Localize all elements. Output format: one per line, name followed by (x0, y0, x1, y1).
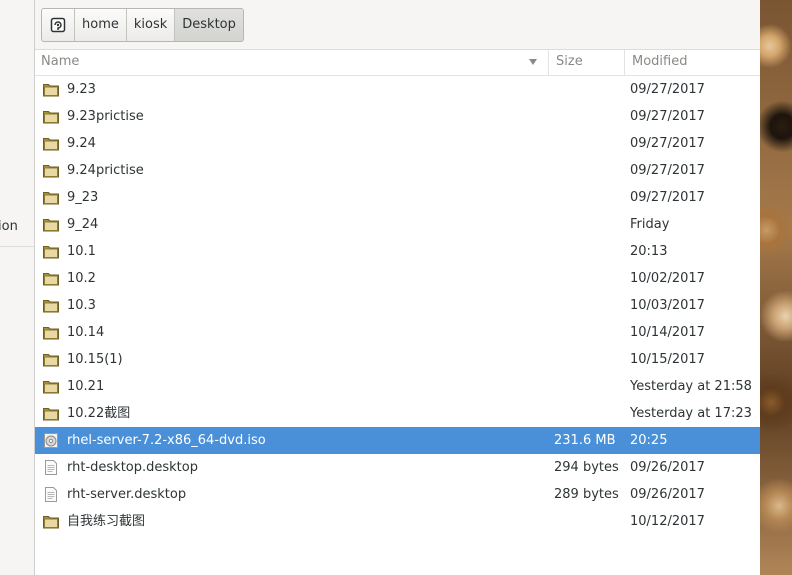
file-row[interactable]: rht-server.desktop 289 bytes 09/26/2017 (35, 481, 760, 508)
file-row[interactable]: 9.24prictise 09/27/2017 (35, 157, 760, 184)
file-name: 10.21 (67, 379, 105, 394)
file-size: 289 bytes (554, 487, 619, 502)
breadcrumb: home kiosk Desktop (41, 8, 244, 42)
file-name: 10.22截图 (67, 406, 131, 421)
file-size: 231.6 MB (554, 433, 616, 448)
folder-icon (43, 136, 59, 151)
folder-icon (43, 325, 59, 340)
folder-icon (43, 298, 59, 313)
file-name: 9.24 (67, 136, 96, 151)
file-row[interactable]: 10.21 Yesterday at 21:58 (35, 373, 760, 400)
file-row[interactable]: 10.1 20:13 (35, 238, 760, 265)
file-row[interactable]: 10.22截图 Yesterday at 17:23 (35, 400, 760, 427)
file-modified: 10/02/2017 (630, 271, 705, 286)
file-modified: 20:25 (630, 433, 668, 448)
file-modified: 20:13 (630, 244, 668, 259)
file-modified: 10/14/2017 (630, 325, 705, 340)
folder-icon (43, 379, 59, 394)
file-name: 9.23 (67, 82, 96, 97)
file-name: 10.1 (67, 244, 96, 259)
breadcrumb-desktop[interactable]: Desktop (175, 9, 243, 41)
file-modified: 09/26/2017 (630, 460, 705, 475)
file-modified: 09/27/2017 (630, 82, 705, 97)
file-modified: Yesterday at 17:23 (630, 406, 752, 421)
column-header-modified[interactable]: Modified (625, 50, 760, 75)
sort-descending-icon (529, 59, 537, 65)
column-header-name-label: Name (41, 54, 80, 69)
folder-icon (43, 406, 59, 421)
file-name: 自我练习截图 (67, 514, 146, 529)
file-modified: 09/27/2017 (630, 190, 705, 205)
file-name: 9.24prictise (67, 163, 144, 178)
file-name: 10.2 (67, 271, 96, 286)
file-name: 10.15(1) (67, 352, 123, 367)
file-name: 9.23prictise (67, 109, 144, 124)
disc-image-icon (43, 433, 59, 448)
file-row[interactable]: rhel-server-7.2-x86_64-dvd.iso 231.6 MB 20… (35, 427, 760, 454)
file-row[interactable]: 9.24 09/27/2017 (35, 130, 760, 157)
file-modified: 09/27/2017 (630, 136, 705, 151)
file-name: rht-desktop.desktop (67, 460, 198, 475)
folder-icon (43, 271, 59, 286)
folder-icon (43, 217, 59, 232)
file-row[interactable]: 10.14 10/14/2017 (35, 319, 760, 346)
file-row[interactable]: 自我练习截图 10/12/2017 (35, 508, 760, 535)
file-row[interactable]: rht-desktop.desktop 294 bytes 09/26/2017 (35, 454, 760, 481)
file-name: rht-server.desktop (67, 487, 187, 502)
places-sidebar: ion (0, 0, 35, 575)
column-header-size-label: Size (556, 54, 583, 69)
folder-icon (43, 109, 59, 124)
file-row[interactable]: 9_23 09/27/2017 (35, 184, 760, 211)
file-row[interactable]: 9.23prictise 09/27/2017 (35, 103, 760, 130)
header-bar: home kiosk Desktop (35, 0, 760, 50)
folder-icon (43, 244, 59, 259)
column-header-size[interactable]: Size (549, 50, 625, 75)
file-name: 10.14 (67, 325, 105, 340)
column-header-name[interactable]: Name (35, 50, 549, 75)
file-row[interactable]: 9.23 09/27/2017 (35, 76, 760, 103)
column-header-row: Name Size Modified (35, 50, 760, 76)
folder-icon (43, 514, 59, 529)
file-list-empty-area[interactable] (35, 532, 760, 575)
folder-icon (43, 190, 59, 205)
sidebar-separator (0, 246, 34, 247)
file-list: 9.23 09/27/2017 9.23prictise 09/27/2017 9.24… (35, 76, 760, 535)
file-name: 9_23 (67, 190, 99, 205)
column-header-modified-label: Modified (632, 54, 688, 69)
location-toggle-button[interactable] (42, 9, 75, 41)
location-entry-icon (50, 17, 66, 33)
file-name: 9_24 (67, 217, 99, 232)
file-modified: 10/12/2017 (630, 514, 705, 529)
file-modified: 09/27/2017 (630, 163, 705, 178)
file-row[interactable]: 10.2 10/02/2017 (35, 265, 760, 292)
folder-icon (43, 163, 59, 178)
file-modified: 10/03/2017 (630, 298, 705, 313)
file-name: rhel-server-7.2-x86_64-dvd.iso (67, 433, 266, 448)
folder-icon (43, 82, 59, 97)
folder-icon (43, 352, 59, 367)
file-modified: 09/26/2017 (630, 487, 705, 502)
file-modified: 09/27/2017 (630, 109, 705, 124)
sidebar-item-label[interactable]: ion (0, 219, 18, 234)
file-row[interactable]: 9_24 Friday (35, 211, 760, 238)
text-file-icon (43, 460, 59, 475)
file-modified: 10/15/2017 (630, 352, 705, 367)
file-name: 10.3 (67, 298, 96, 313)
desktop-wallpaper (760, 0, 792, 575)
breadcrumb-home[interactable]: home (75, 9, 127, 41)
file-row[interactable]: 10.15(1) 10/15/2017 (35, 346, 760, 373)
file-modified: Friday (630, 217, 670, 232)
breadcrumb-kiosk[interactable]: kiosk (127, 9, 176, 41)
file-modified: Yesterday at 21:58 (630, 379, 752, 394)
file-row[interactable]: 10.3 10/03/2017 (35, 292, 760, 319)
file-size: 294 bytes (554, 460, 619, 475)
text-file-icon (43, 487, 59, 502)
